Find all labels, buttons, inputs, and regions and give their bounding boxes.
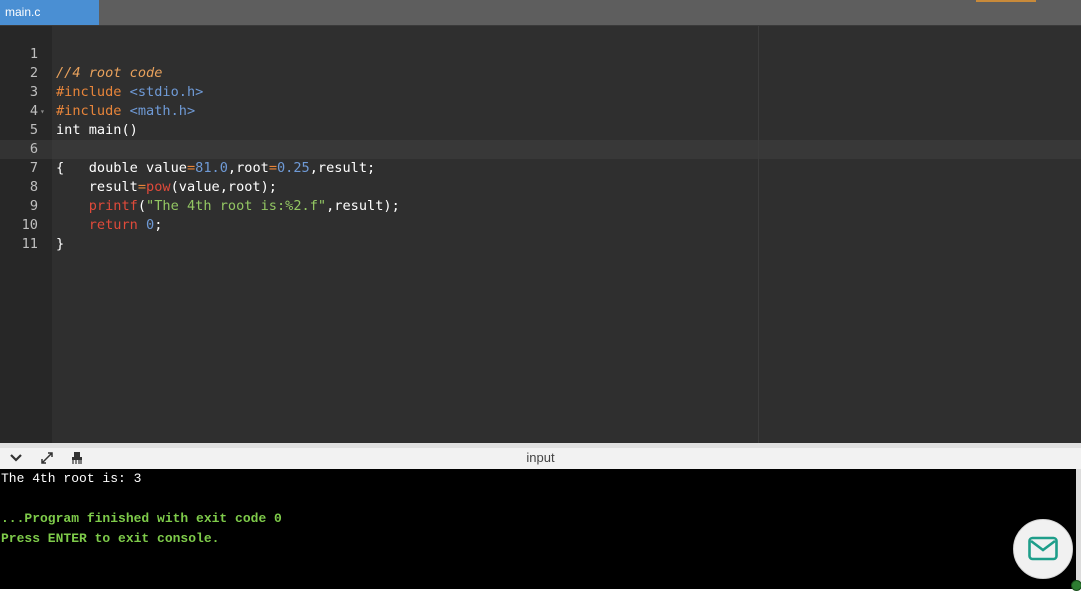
code-line-5[interactable]: 5 ▾ { [0,102,1081,176]
chevron-down-icon[interactable] [7,451,25,469]
file-tab-bar: main.c [0,0,1081,26]
fold-arrow-icon[interactable]: ▾ [40,102,45,121]
code-line-8[interactable]: 8 printf("The 4th root is:%2.f",result); [0,159,1081,214]
code-line-9[interactable]: 9 return 0; [0,178,1081,233]
code-line-11[interactable]: 11 [0,216,1081,252]
console-input-label: input [526,450,555,465]
console-output[interactable]: The 4th root is: 3 ...Program finished w… [0,469,1076,589]
code-line-10[interactable]: 10 } [0,197,1081,252]
clear-console-icon[interactable] [68,451,86,469]
code-line-6[interactable]: 6 double value=81.0,root=0.25,result; [0,121,1081,176]
exit-code-message: ...Program finished with exit code 0 [1,511,282,526]
tab-bar-accent [976,0,1036,2]
code-line-7[interactable]: 7 result=pow(value,root); [0,140,1081,195]
press-enter-message: Press ENTER to exit console. [1,531,220,546]
code-editor[interactable]: 1 //4 root code 2 #include <stdio.h> 3 #… [0,26,1081,443]
console-header: input [0,443,1081,469]
program-output-line: The 4th root is: 3 [1,471,142,486]
code-line-4[interactable]: 4 int main() [0,83,1081,138]
expand-icon[interactable] [38,451,56,469]
status-indicator [1071,580,1081,591]
code-line-1[interactable]: 1 //4 root code [0,26,1081,81]
console-scrollbar[interactable] [1076,469,1081,589]
code-line-3[interactable]: 3 #include <math.h> [0,64,1081,119]
code-line-2[interactable]: 2 #include <stdio.h> [0,45,1081,100]
mail-icon [1028,536,1058,561]
feedback-mail-button[interactable] [1013,519,1073,579]
code-text: } [56,236,65,252]
tab-main-c[interactable]: main.c [0,0,99,25]
line-number: 11 [21,236,38,252]
